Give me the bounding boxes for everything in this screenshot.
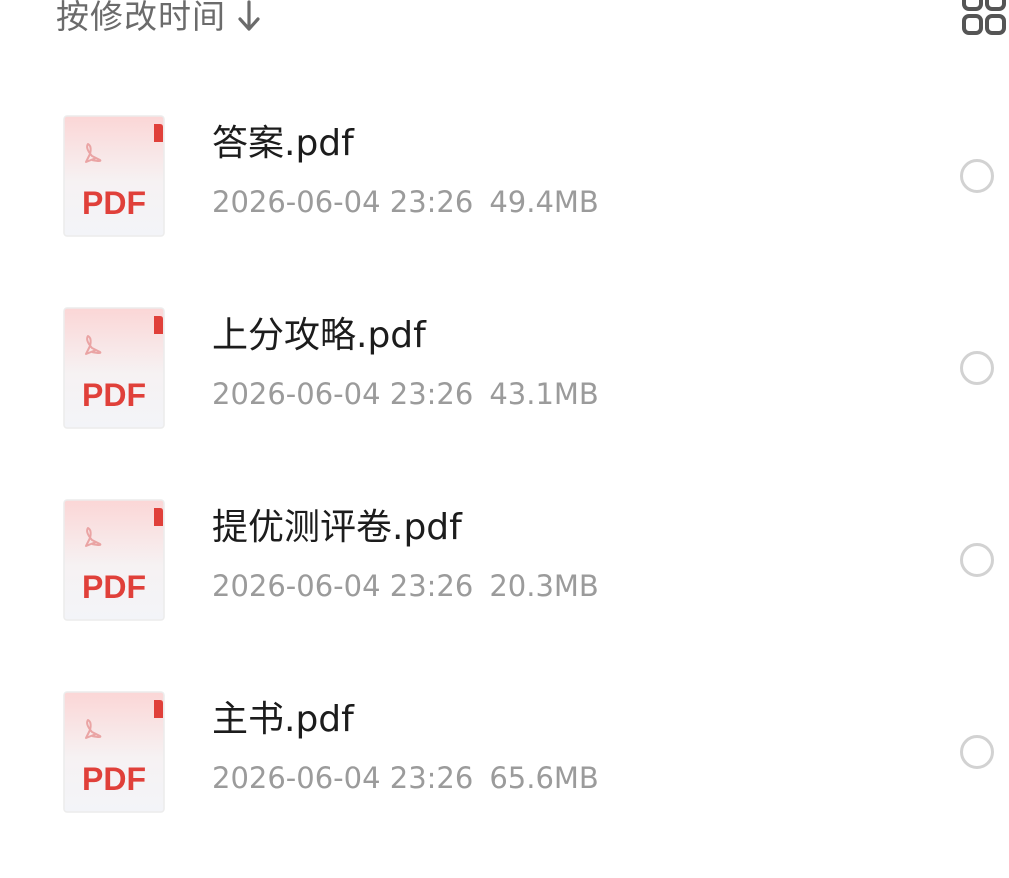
pdf-label: PDF bbox=[82, 185, 146, 221]
file-date: 2026-06-04 23:26 bbox=[212, 377, 474, 411]
list-header: 按修改时间 bbox=[0, 0, 1009, 60]
file-size: 49.4MB bbox=[489, 185, 599, 219]
file-size: 20.3MB bbox=[489, 569, 599, 603]
file-name: 提优测评卷.pdf bbox=[212, 507, 462, 548]
file-row[interactable]: PDF 答案.pdf 2026-06-04 23:26 49.4MB bbox=[0, 110, 1009, 302]
file-size: 65.6MB bbox=[489, 761, 599, 795]
file-row[interactable]: PDF 主书.pdf 2026-06-04 23:26 65.6MB bbox=[0, 686, 1009, 878]
pdf-label: PDF bbox=[82, 569, 146, 605]
select-radio[interactable] bbox=[960, 543, 994, 577]
file-row[interactable]: PDF 上分攻略.pdf 2026-06-04 23:26 43.1MB bbox=[0, 302, 1009, 494]
file-name: 上分攻略.pdf bbox=[212, 315, 426, 356]
file-meta: 2026-06-04 23:26 65.6MB bbox=[212, 760, 599, 796]
file-date: 2026-06-04 23:26 bbox=[212, 185, 474, 219]
select-radio[interactable] bbox=[960, 351, 994, 385]
pdf-label: PDF bbox=[82, 761, 146, 797]
file-size: 43.1MB bbox=[489, 377, 599, 411]
pdf-file-icon: PDF bbox=[63, 499, 165, 621]
pdf-label: PDF bbox=[82, 377, 146, 413]
pdf-file-icon: PDF bbox=[63, 115, 165, 237]
file-meta: 2026-06-04 23:26 43.1MB bbox=[212, 376, 599, 412]
pdf-file-icon: PDF bbox=[63, 691, 165, 813]
file-meta: 2026-06-04 23:26 49.4MB bbox=[212, 184, 599, 220]
file-meta: 2026-06-04 23:26 20.3MB bbox=[212, 568, 599, 604]
file-date: 2026-06-04 23:26 bbox=[212, 569, 474, 603]
file-name: 答案.pdf bbox=[212, 123, 354, 164]
file-date: 2026-06-04 23:26 bbox=[212, 761, 474, 795]
arrow-down-icon bbox=[238, 0, 260, 31]
select-radio[interactable] bbox=[960, 735, 994, 769]
sort-by-modified-button[interactable]: 按修改时间 bbox=[56, 0, 264, 42]
file-list: PDF 答案.pdf 2026-06-04 23:26 49.4MB PDF 上… bbox=[0, 110, 1009, 878]
grid-view-icon[interactable] bbox=[960, 0, 1009, 38]
sort-label: 按修改时间 bbox=[56, 0, 226, 36]
pdf-file-icon: PDF bbox=[63, 307, 165, 429]
file-row[interactable]: PDF 提优测评卷.pdf 2026-06-04 23:26 20.3MB bbox=[0, 494, 1009, 686]
select-radio[interactable] bbox=[960, 159, 994, 193]
file-name: 主书.pdf bbox=[212, 699, 354, 740]
